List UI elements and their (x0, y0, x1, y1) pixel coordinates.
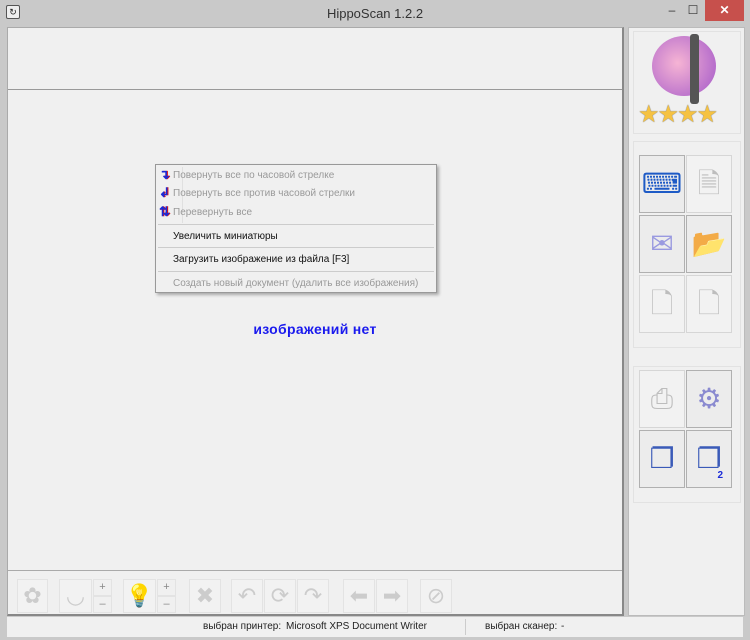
folder-icon: 📂 (691, 228, 727, 259)
brightness-minus-button[interactable]: – (157, 596, 176, 613)
status-divider (465, 619, 466, 635)
rotate-ccw-button[interactable]: ↶ (231, 579, 263, 613)
arrow-left-icon: ⬅ (349, 583, 369, 608)
logo-box[interactable]: ★★★★ (633, 31, 741, 134)
move-left-button[interactable]: ⬅ (343, 579, 375, 613)
scanner-value: - (561, 621, 565, 632)
pdf-icon: 🗋 (650, 288, 674, 319)
menu-item-enlarge-thumbnails[interactable]: Увеличить миниатюры (173, 231, 278, 242)
rotate-ccw-icon: ↶ (237, 583, 257, 608)
contrast-minus-button[interactable]: – (93, 596, 112, 613)
settings-button[interactable]: ⚙ (686, 370, 732, 428)
brightness-button[interactable]: 💡 (123, 579, 156, 613)
rating-stars-icon: ★★★★ (638, 101, 718, 128)
menu-separator (158, 271, 434, 272)
x-icon: ✖ (195, 583, 215, 608)
scanner-label: выбран сканер: (485, 621, 558, 632)
pages-button[interactable]: ❐ (639, 430, 685, 488)
menu-separator (158, 224, 434, 225)
gears-icon: ⚙ (696, 383, 722, 414)
action-group: ⌨ 🗎 ✉ 📂 🗋 🗋 (633, 141, 741, 348)
save-button[interactable]: 🗎 (686, 155, 732, 213)
lightbulb-icon: 💡 (125, 583, 154, 608)
menu-item-new-document[interactable]: Создать новый документ (удалить все изоб… (173, 278, 418, 289)
close-button[interactable]: ✕ (705, 0, 744, 21)
email-button[interactable]: ✉ (639, 215, 685, 273)
open-folder-button[interactable]: 📂 (686, 215, 732, 273)
window-title: HippoScan 1.2.2 (326, 6, 424, 21)
bottom-toolbar: ✿ ◡ + – 💡 + – ✖ ↶ ⟳ ↷ ⬅ ➡ ⊘ (8, 570, 622, 615)
thumbnail-strip[interactable] (8, 28, 622, 90)
flower-gear-icon: ✿ (23, 583, 42, 608)
pages-2-button[interactable]: ❐ 2 (686, 430, 732, 488)
rotate-cw-icon: ↴ (159, 167, 170, 182)
settings-button[interactable]: ✿ (17, 579, 48, 613)
rotate-cw-button[interactable]: ↷ (297, 579, 329, 613)
save-image-button[interactable]: 🗋 (686, 275, 732, 333)
arrow-right-icon: ➡ (382, 583, 402, 608)
printer-icon: ⎙ (650, 383, 674, 414)
image-area[interactable]: изображений нет ✿ ◡ + – 💡 + – ✖ ↶ ⟳ ↷ ⬅ … (7, 27, 624, 616)
image-file-icon: 🗋 (697, 288, 721, 319)
scan-button[interactable]: ⌨ (639, 155, 685, 213)
smile-icon: ◡ (65, 583, 86, 608)
no-entry-icon: ⊘ (426, 583, 446, 608)
printer-value: Microsoft XPS Document Writer (286, 621, 427, 632)
pages-icon: ❐ (649, 443, 675, 474)
pencil-icon (690, 34, 699, 104)
menu-separator (158, 247, 434, 248)
menu-item-rotate-ccw[interactable]: Повернуть все против часовой стрелки (173, 188, 355, 199)
move-right-button[interactable]: ➡ (376, 579, 408, 613)
hippo-logo-icon (652, 36, 716, 96)
menu-item-flip-all[interactable]: Перевернуть все (173, 207, 252, 218)
context-menu: ↴ Повернуть все по часовой стрелке ↲ Пов… (155, 164, 437, 293)
no-images-label: изображений нет (253, 321, 377, 337)
pages-badge: 2 (717, 470, 723, 481)
printer-label: выбран принтер: (203, 621, 282, 632)
print-button[interactable]: ⎙ (639, 370, 685, 428)
flip-icon: ⇅ (159, 204, 170, 219)
rotate-ccw-icon: ↲ (159, 185, 170, 200)
file-icon: 🗎 (697, 168, 721, 199)
rotate-cw-icon: ↷ (303, 583, 323, 608)
menu-item-load-image[interactable]: Загрузить изображение из файла [F3] (173, 254, 349, 265)
brightness-plus-button[interactable]: + (157, 579, 176, 596)
maximize-button[interactable]: ☐ (683, 0, 703, 21)
flip-button[interactable]: ⟳ (264, 579, 296, 613)
save-pdf-button[interactable]: 🗋 (639, 275, 685, 333)
refresh-icon: ⟳ (270, 583, 290, 608)
contrast-plus-button[interactable]: + (93, 579, 112, 596)
menu-item-rotate-cw[interactable]: Повернуть все по часовой стрелке (173, 170, 334, 181)
title-bar: ↻ HippoScan 1.2.2 ‒ ☐ ✕ (0, 0, 750, 26)
delete-button[interactable]: ✖ (189, 579, 221, 613)
status-bar: выбран принтер: Microsoft XPS Document W… (7, 617, 743, 637)
minimize-button[interactable]: ‒ (662, 0, 682, 21)
envelope-icon: ✉ (650, 228, 674, 259)
cancel-button[interactable]: ⊘ (420, 579, 452, 613)
right-panel: ★★★★ ⌨ 🗎 ✉ 📂 🗋 🗋 ⎙ ⚙ ❐ ❐ 2 (628, 27, 745, 616)
contrast-button[interactable]: ◡ (59, 579, 92, 613)
scanner-icon: ⌨ (641, 168, 683, 199)
print-group: ⎙ ⚙ ❐ ❐ 2 (633, 366, 741, 503)
